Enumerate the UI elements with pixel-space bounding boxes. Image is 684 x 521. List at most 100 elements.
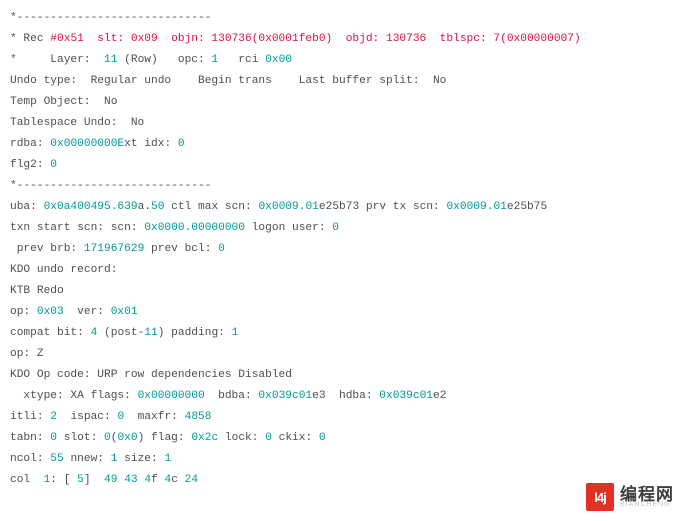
dump-token: rci bbox=[218, 54, 265, 66]
dump-token: ispac: bbox=[57, 411, 117, 423]
dump-token: xt idx: bbox=[124, 138, 178, 150]
dump-token: col bbox=[10, 474, 44, 486]
dump-token: logon user: bbox=[245, 222, 332, 234]
dump-line: *----------------------------- bbox=[10, 8, 674, 29]
dump-token bbox=[138, 306, 151, 318]
dump-token: ver: bbox=[64, 306, 111, 318]
dump-token: 0x00000000E bbox=[50, 138, 124, 150]
dump-token: ctl max scn: bbox=[164, 201, 258, 213]
dump-token: (Row) opc: bbox=[117, 54, 211, 66]
dump-token: 0x00 bbox=[265, 54, 292, 66]
dump-token: flg2: bbox=[10, 159, 50, 171]
dump-token: 11 bbox=[104, 54, 117, 66]
dump-token: e25b75 bbox=[507, 201, 547, 213]
dump-token: 0x039c01 bbox=[379, 390, 433, 402]
dump-token: tabn: bbox=[10, 432, 50, 444]
dump-token: * Layer: bbox=[10, 54, 104, 66]
dump-line: * Layer: 11 (Row) opc: 1 rci 0x00 bbox=[10, 50, 674, 71]
dump-token: 0 bbox=[178, 138, 185, 150]
dump-token: ckix: bbox=[272, 432, 319, 444]
dump-line: txn start scn: scn: 0x0000.00000000 logo… bbox=[10, 218, 674, 239]
dump-token: KTB Redo bbox=[10, 285, 70, 297]
dump-token: compat bit: bbox=[10, 327, 91, 339]
dump-token: slot: bbox=[57, 432, 104, 444]
dump-token: *----------------------------- bbox=[10, 180, 211, 192]
dump-token: prev brb: bbox=[10, 243, 84, 255]
dump-token: nnew: bbox=[64, 453, 111, 465]
watermark-badge: l4j bbox=[586, 483, 614, 511]
dump-line: compat bit: 4 (post-11) padding: 1 bbox=[10, 323, 674, 344]
dump-token: 0x0009.01 bbox=[446, 201, 506, 213]
dump-line: *----------------------------- bbox=[10, 176, 674, 197]
dump-token: 0x0 bbox=[117, 432, 137, 444]
dump-line: uba: 0x0a400495.639a.50 ctl max scn: 0x0… bbox=[10, 197, 674, 218]
dump-line: Temp Object: No bbox=[10, 92, 674, 113]
dump-token: maxfr: bbox=[124, 411, 184, 423]
dump-token: *----------------------------- bbox=[10, 12, 211, 24]
undo-record-dump: *----------------------------- * Rec #0x5… bbox=[0, 0, 684, 505]
watermark-subtext: BIANCHENG bbox=[620, 501, 674, 508]
dump-line: KDO undo record: bbox=[10, 260, 674, 281]
dump-token: e25b73 prv tx scn: bbox=[319, 201, 447, 213]
dump-token: 0x2c bbox=[191, 432, 218, 444]
dump-token: KDO Op code: URP row dependencies Disabl… bbox=[10, 369, 292, 381]
dump-token: a. bbox=[138, 201, 151, 213]
dump-token: op: Z bbox=[10, 348, 44, 360]
dump-token: 24 bbox=[185, 474, 198, 486]
dump-token: 4858 bbox=[185, 411, 212, 423]
dump-token: 171967629 bbox=[84, 243, 144, 255]
dump-token: f bbox=[151, 474, 164, 486]
dump-token: xtype: XA flags: bbox=[10, 390, 138, 402]
dump-token: 0x039c01 bbox=[258, 390, 312, 402]
dump-token: 55 bbox=[50, 453, 63, 465]
dump-line: prev brb: 171967629 prev bcl: 0 bbox=[10, 239, 674, 260]
dump-token: 0x03 bbox=[37, 306, 64, 318]
dump-token: 43 4 bbox=[124, 474, 151, 486]
dump-line: KTB Redo bbox=[10, 281, 674, 302]
dump-line: op: 0x03 ver: 0x01 bbox=[10, 302, 674, 323]
dump-token: 1 bbox=[164, 453, 171, 465]
dump-token: 49 bbox=[104, 474, 117, 486]
dump-line: Undo type: Regular undo Begin trans Last… bbox=[10, 71, 674, 92]
dump-token: 0 bbox=[265, 432, 272, 444]
dump-token: 0 bbox=[50, 432, 57, 444]
dump-token: 0x0000.00000000 bbox=[144, 222, 245, 234]
dump-token: Undo type: Regular undo Begin trans Last… bbox=[10, 75, 453, 87]
dump-token: KDO undo record: bbox=[10, 264, 117, 276]
dump-token: e2 bbox=[433, 390, 446, 402]
watermark: l4j 编程网 BIANCHENG bbox=[586, 483, 674, 511]
dump-token: rdba: bbox=[10, 138, 50, 150]
dump-token: prev bcl: bbox=[144, 243, 218, 255]
dump-token: ) flag: bbox=[138, 432, 192, 444]
dump-token: (post- bbox=[97, 327, 144, 339]
dump-line: Tablespace Undo: No bbox=[10, 113, 674, 134]
dump-token: 0x0009.01 bbox=[258, 201, 318, 213]
dump-token: * Rec bbox=[10, 33, 50, 45]
dump-token: size: bbox=[117, 453, 164, 465]
dump-token: op: bbox=[10, 306, 37, 318]
dump-line: KDO Op code: URP row dependencies Disabl… bbox=[10, 365, 674, 386]
dump-token: txn start scn: scn: bbox=[10, 222, 144, 234]
dump-token: lock: bbox=[218, 432, 265, 444]
dump-token: Tablespace Undo: No bbox=[10, 117, 151, 129]
dump-token: e3 hdba: bbox=[312, 390, 379, 402]
dump-token: 0 bbox=[319, 432, 326, 444]
dump-line: xtype: XA flags: 0x00000000 bdba: 0x039c… bbox=[10, 386, 674, 407]
dump-line: * Rec #0x51 slt: 0x09 objn: 130736(0x000… bbox=[10, 29, 674, 50]
dump-token: uba: bbox=[10, 201, 44, 213]
dump-token: #0x51 slt: 0x09 objn: 130736(0x0001feb0)… bbox=[50, 33, 580, 45]
dump-token: ncol: bbox=[10, 453, 50, 465]
dump-token: bdba: bbox=[205, 390, 259, 402]
dump-token: 0x0a400495.639 bbox=[44, 201, 138, 213]
dump-token: Temp Object: No bbox=[10, 96, 124, 108]
dump-token: ] bbox=[84, 474, 104, 486]
dump-line: ncol: 55 nnew: 1 size: 1 bbox=[10, 449, 674, 470]
dump-token: 0 bbox=[104, 432, 111, 444]
dump-token: 50 bbox=[151, 201, 164, 213]
dump-token: 2 bbox=[50, 411, 57, 423]
dump-token: itli: bbox=[10, 411, 50, 423]
dump-line: itli: 2 ispac: 0 maxfr: 4858 bbox=[10, 407, 674, 428]
dump-token: 0 bbox=[332, 222, 339, 234]
dump-token: 11 bbox=[144, 327, 157, 339]
watermark-badge-text: l4j bbox=[594, 487, 605, 508]
